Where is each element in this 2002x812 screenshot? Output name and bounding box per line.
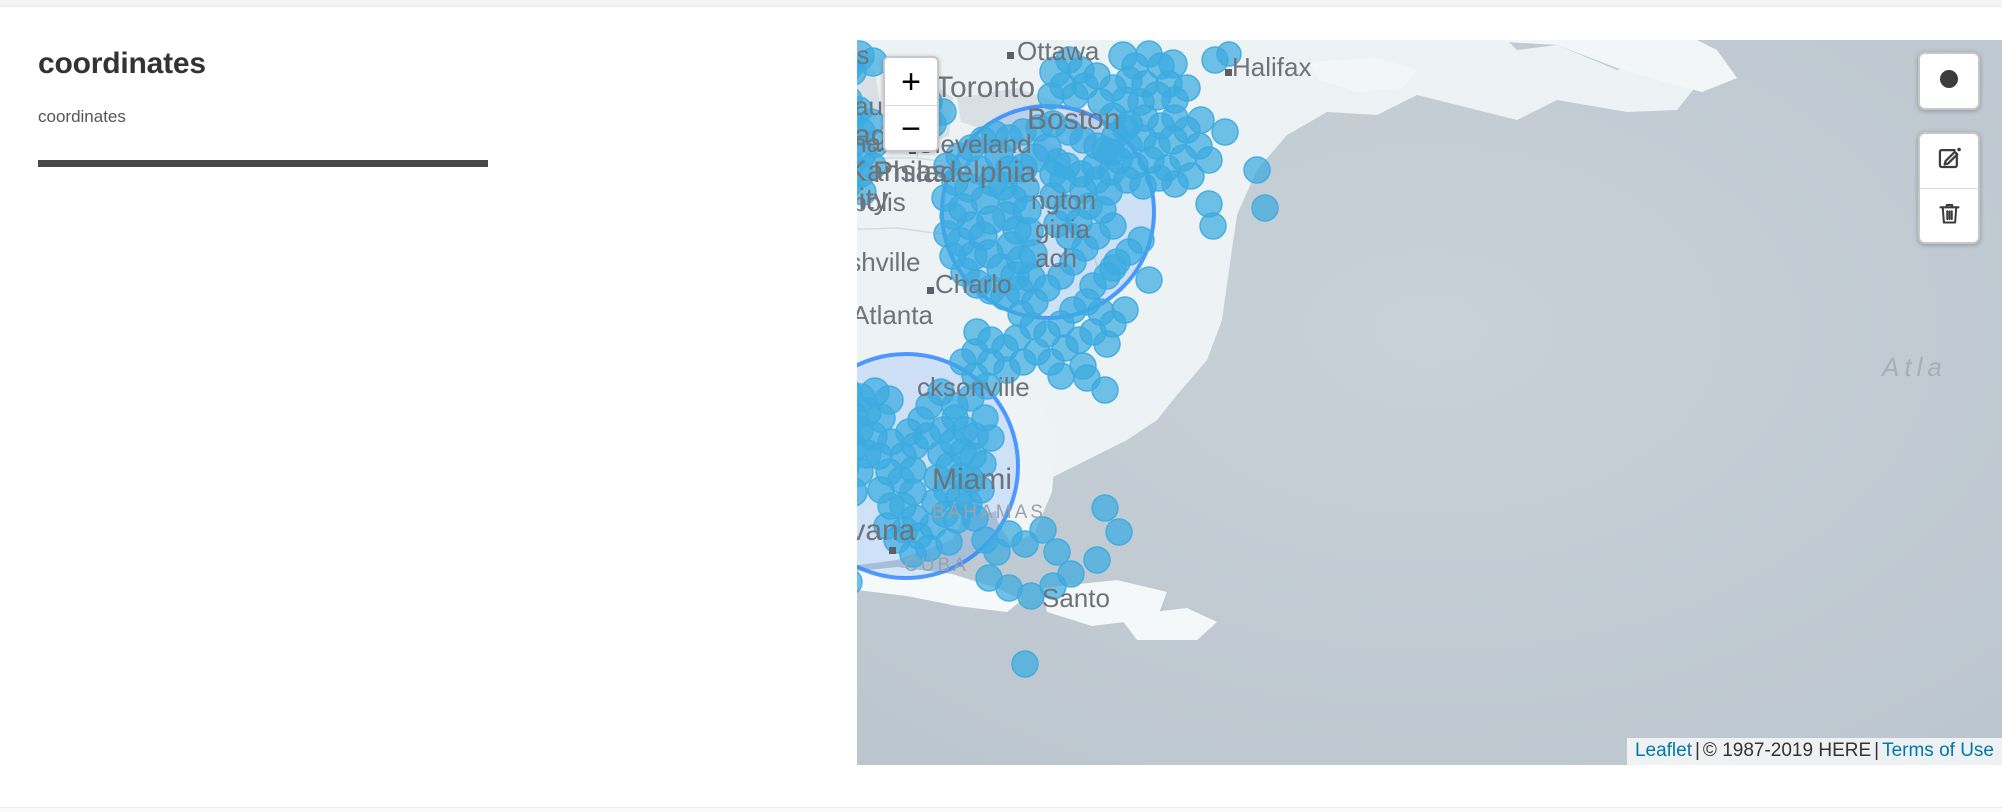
attribution-separator-1: | — [1694, 740, 1700, 761]
map-label: Ottawa — [1017, 40, 1100, 66]
map-label: Nashville — [857, 247, 921, 277]
map-label: Toronto — [935, 71, 1035, 104]
attribution-copyright: © 1987-2019 HERE — [1702, 740, 1872, 761]
map-label: Charlo — [935, 269, 1012, 299]
leaflet-link[interactable]: Leaflet — [1635, 740, 1692, 761]
terms-of-use-link[interactable]: Terms of Use — [1882, 740, 1994, 761]
map-label: Atlanta — [857, 300, 933, 330]
city-dot — [1225, 69, 1232, 76]
city-dot — [1007, 52, 1014, 59]
geoman-toolbar — [1918, 52, 1980, 244]
draw-circlemarker-button[interactable] — [1920, 54, 1978, 108]
trash-icon — [1936, 200, 1963, 232]
map-label: ngton — [1031, 185, 1096, 215]
map-label: Havana — [857, 514, 916, 547]
map-label: ach — [1035, 243, 1077, 273]
map-label: lis — [857, 40, 870, 70]
map-label: CUBA — [904, 555, 969, 576]
map-label: cksonville — [917, 372, 1030, 402]
delete-layers-button[interactable] — [1920, 188, 1978, 242]
app-root: coordinates coordinates s Ottawa Halifax… — [0, 0, 2002, 812]
city-dot — [927, 287, 934, 294]
edit-icon — [1936, 145, 1963, 177]
page-title: coordinates — [38, 47, 206, 80]
attribution-separator-2: | — [1874, 740, 1880, 761]
map-label: BAHAMAS — [932, 502, 1046, 523]
left-form-panel: coordinates coordinates — [0, 7, 857, 807]
map-tiles-and-overlays: lisOttawaHalifaxTorontoMilwaukeeBostonCh… — [857, 40, 2002, 765]
leaflet-map[interactable]: lisOttawaHalifaxTorontoMilwaukeeBostonCh… — [857, 40, 2002, 765]
edit-layers-button[interactable] — [1920, 134, 1978, 188]
city-dot — [889, 547, 896, 554]
zoom-out-button[interactable]: − — [885, 105, 937, 150]
map-label: Miami — [932, 463, 1012, 496]
bottom-divider — [0, 807, 2002, 812]
zoom-in-button[interactable]: + — [885, 58, 937, 105]
map-label: Boston — [1027, 103, 1120, 136]
coordinates-field-label: coordinates — [38, 107, 126, 126]
top-divider — [0, 0, 2002, 7]
map-label: ma — [857, 128, 882, 158]
map-label: Santo — [1042, 583, 1110, 613]
zoom-control[interactable]: + − — [883, 56, 939, 152]
edit-tools-block — [1918, 132, 1980, 244]
coordinates-field-underline — [38, 160, 488, 167]
map-label: Halifax — [1232, 52, 1311, 82]
circle-marker-icon — [1936, 66, 1962, 97]
draw-tools-block — [1918, 52, 1980, 110]
map-label: Atla — [1880, 352, 1947, 382]
map-attribution: Leaflet | © 1987-2019 HERE | Terms of Use — [1626, 738, 2002, 765]
map-label: Indianapolis — [857, 187, 906, 217]
map-label: ginia — [1035, 214, 1090, 244]
